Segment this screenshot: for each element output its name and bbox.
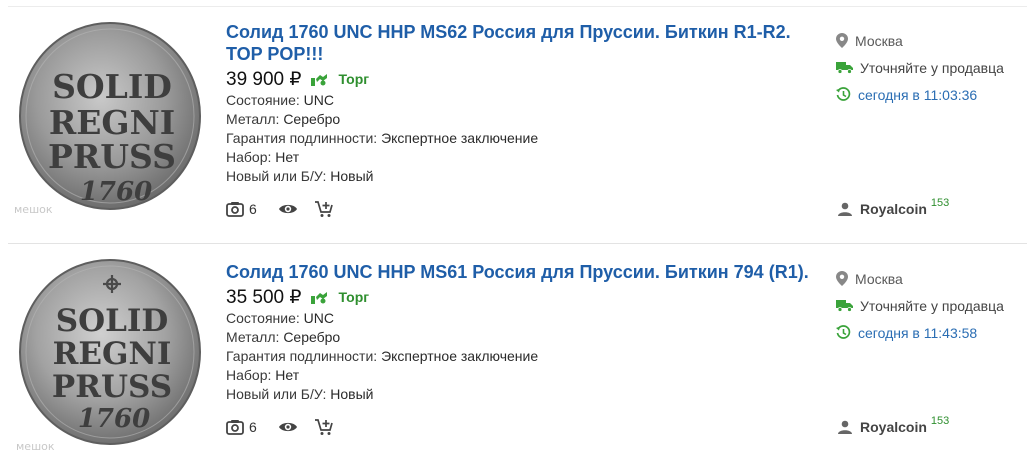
add-to-cart-button[interactable]: [314, 200, 334, 218]
property-new-used: Новый или Б/У: Новый: [226, 168, 374, 184]
price: 35 500 ₽: [226, 286, 302, 308]
cart-icon: [314, 201, 333, 217]
eye-icon: [278, 204, 297, 214]
listing-card: SOLID REGNI PRUSS 1760 мешок Солид 1760 …: [0, 246, 1027, 476]
coin-text-line-4: 1760: [78, 404, 150, 434]
seller-name: Royalcoin: [860, 419, 927, 435]
delivery-info: Уточняйте у продавца: [836, 54, 1026, 81]
property-authenticity: Гарантия подлинности: Экспертное заключе…: [226, 130, 539, 146]
watch-button[interactable]: [278, 202, 298, 216]
coin-text-line-4: 1760: [80, 177, 152, 207]
coin-photo[interactable]: SOLID REGNI PRUSS 1760 мешок: [12, 254, 212, 454]
seller-link[interactable]: Royalcoin 153: [838, 415, 949, 435]
top-divider: [8, 6, 1027, 7]
user-icon: [838, 420, 852, 434]
add-to-cart-button[interactable]: [314, 418, 334, 436]
location-pin-icon: [836, 271, 848, 286]
listing-title-link[interactable]: Солид 1760 UNC HHP MS61 Россия для Прусс…: [226, 261, 816, 283]
history-icon: [836, 325, 851, 339]
bargain-icon: [310, 71, 328, 87]
listing-divider: [8, 243, 1027, 244]
listing-time: сегодня в 11:43:58: [836, 319, 1026, 346]
property-metal: Металл: Серебро: [226, 111, 341, 127]
seller-rating: 153: [930, 197, 950, 209]
coin-text-line-3: PRUSS: [48, 137, 176, 176]
bargain-label: Торг: [338, 71, 370, 87]
listing-card: SOLID REGNI PRUSS 1760 мешок Солид 1760 …: [0, 8, 1027, 238]
user-icon: [838, 202, 852, 216]
price: 39 900 ₽: [226, 68, 302, 90]
property-metal: Металл: Серебро: [226, 329, 341, 345]
camera-icon: [226, 420, 244, 435]
photos-button[interactable]: 6: [226, 419, 257, 435]
camera-icon: [226, 202, 244, 217]
property-authenticity: Гарантия подлинности: Экспертное заключе…: [226, 348, 539, 364]
watch-button[interactable]: [278, 420, 298, 434]
history-icon: [836, 87, 851, 101]
photo-count: 6: [249, 419, 257, 435]
seller-name: Royalcoin: [860, 201, 927, 217]
property-set: Набор: Нет: [226, 367, 300, 383]
listing-time: сегодня в 11:03:36: [836, 81, 1026, 108]
photo-count: 6: [249, 201, 257, 217]
cart-icon: [314, 419, 333, 435]
watermark: мешок: [16, 440, 55, 453]
seller-link[interactable]: Royalcoin 153: [838, 197, 949, 217]
property-set: Набор: Нет: [226, 149, 300, 165]
truck-icon: [836, 300, 853, 312]
location: Москва: [836, 27, 1026, 54]
coin-text-line-1: SOLID: [52, 67, 172, 106]
photos-button[interactable]: 6: [226, 201, 257, 217]
coin-text-line-2: REGNI: [53, 336, 172, 372]
eye-icon: [278, 422, 297, 432]
bargain-icon: [310, 289, 328, 305]
delivery-info: Уточняйте у продавца: [836, 292, 1026, 319]
location: Москва: [836, 265, 1026, 292]
coin-text-line-1: SOLID: [56, 303, 169, 339]
location-pin-icon: [836, 33, 848, 48]
coin-photo[interactable]: SOLID REGNI PRUSS 1760 мешок: [12, 16, 212, 216]
watermark: мешок: [14, 203, 53, 216]
seller-rating: 153: [930, 415, 950, 427]
bargain-label: Торг: [338, 289, 370, 305]
property-new-used: Новый или Б/У: Новый: [226, 386, 374, 402]
listing-title-link[interactable]: Солид 1760 UNC HHP MS62 Россия для Прусс…: [226, 21, 816, 65]
property-condition: Состояние: UNC: [226, 92, 334, 108]
coin-text-line-3: PRUSS: [52, 369, 172, 405]
truck-icon: [836, 62, 853, 74]
property-condition: Состояние: UNC: [226, 310, 334, 326]
